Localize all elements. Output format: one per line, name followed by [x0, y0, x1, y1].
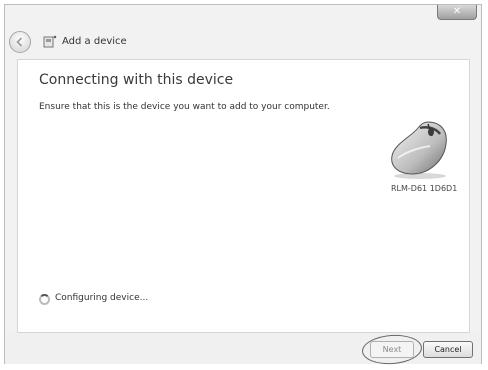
back-button[interactable]: [9, 31, 31, 53]
close-button[interactable]: ✕: [437, 5, 477, 20]
cancel-button[interactable]: Cancel: [423, 341, 473, 358]
add-device-icon: [43, 35, 57, 48]
button-bar: Next Cancel: [5, 332, 481, 367]
wizard-title: Add a device: [62, 36, 127, 47]
status-text: Configuring device...: [55, 293, 149, 303]
back-arrow-icon: [16, 37, 23, 47]
page-heading: Connecting with this device: [39, 72, 234, 88]
device-name-label: RLM-D61 1D6D1: [391, 184, 458, 193]
add-device-window: ✕ Add a device Connecting with this devi…: [4, 4, 482, 367]
instruction-text: Ensure that this is the device you want …: [39, 102, 330, 112]
mouse-icon: [391, 121, 447, 179]
wizard-header: Add a device: [5, 29, 481, 59]
content-panel: Connecting with this device Ensure that …: [17, 59, 470, 333]
next-button[interactable]: Next: [370, 341, 414, 358]
close-icon: ✕: [452, 6, 462, 17]
title-bar: ✕: [5, 5, 481, 27]
loading-spinner-icon: [39, 294, 50, 305]
